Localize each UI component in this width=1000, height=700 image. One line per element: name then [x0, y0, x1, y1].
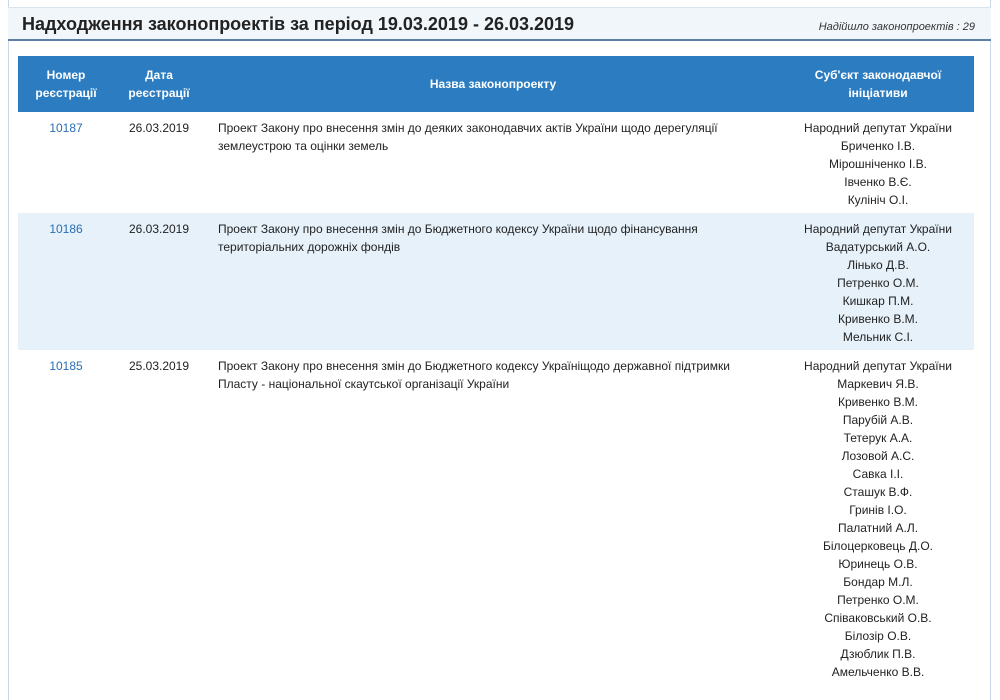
bill-title: Проект Закону про внесення змін до Бюдже…: [204, 213, 782, 350]
author-line: Юринець О.В.: [838, 557, 918, 571]
page-title: Надходження законопроектів за період 19.…: [22, 14, 575, 34]
author-line: Народний депутат України: [804, 121, 952, 135]
initiative-subject: Народний депутат України Бриченко І.В. М…: [782, 112, 974, 213]
registration-number-cell: 10186: [18, 213, 114, 350]
table-row: 10187 26.03.2019 Проект Закону про внесе…: [18, 112, 974, 213]
author-line: Івченко В.Є.: [844, 175, 912, 189]
registration-date: 26.03.2019: [114, 213, 204, 350]
author-line: Сташук В.Ф.: [843, 485, 913, 499]
author-line: Кишкар П.М.: [842, 294, 914, 308]
author-line: Народний депутат України: [804, 222, 952, 236]
author-line: Гринів І.О.: [849, 503, 907, 517]
author-line: Народний депутат України: [804, 359, 952, 373]
author-line: Амельченко В.В.: [831, 665, 925, 679]
author-line: Мірошніченко І.В.: [829, 157, 927, 171]
author-line: Петренко О.М.: [837, 593, 919, 607]
page-header: Надходження законопроектів за період 19.…: [8, 7, 991, 41]
author-line: Бриченко І.В.: [840, 139, 916, 153]
registration-number-cell: 10185: [18, 350, 114, 685]
bills-count: Надійшло законопроектів : 29: [818, 21, 975, 33]
author-line: Лозовой А.С.: [841, 449, 915, 463]
author-line: Білоцерковець Д.О.: [823, 539, 933, 553]
table-row: 10185 25.03.2019 Проект Закону про внесе…: [18, 350, 974, 685]
column-header-subject[interactable]: Суб'єкт законодавчої ініціативи: [782, 56, 974, 112]
author-line: Кулініч О.І.: [847, 193, 909, 207]
author-line: Лінько Д.В.: [847, 258, 909, 272]
author-line: Співаковський О.В.: [824, 611, 932, 625]
author-line: Бондар М.Л.: [843, 575, 913, 589]
table-row: 10186 26.03.2019 Проект Закону про внесе…: [18, 213, 974, 350]
author-line: Мельник С.І.: [842, 330, 914, 344]
author-line: Парубій А.В.: [842, 413, 914, 427]
author-line: Палатний А.Л.: [837, 521, 919, 535]
bill-number-link[interactable]: 10186: [49, 222, 82, 236]
bill-number-link[interactable]: 10185: [49, 359, 82, 373]
initiative-subject: Народний депутат України Вадатурський А.…: [782, 213, 974, 350]
author-line: Тетерук А.А.: [843, 431, 913, 445]
author-line: Вадатурський А.О.: [825, 240, 931, 254]
registration-date: 25.03.2019: [128, 359, 190, 373]
initiative-subject: Народний депутат України Маркевич Я.В. К…: [782, 350, 974, 685]
column-header-number[interactable]: Номер реєстрації: [18, 56, 114, 112]
registration-number-cell: 10187: [18, 112, 114, 213]
column-header-name[interactable]: Назва законопроекту: [204, 56, 782, 112]
registration-date: 26.03.2019: [128, 121, 190, 135]
author-line: Дзюблик П.В.: [840, 647, 916, 661]
author-line: Петренко О.М.: [837, 276, 919, 290]
column-header-date[interactable]: Дата реєстрації: [114, 56, 204, 112]
bill-number-link[interactable]: 10187: [49, 121, 82, 135]
bill-title: Проект Закону про внесення змін до Бюдже…: [218, 359, 730, 391]
author-line: Кривенко В.М.: [838, 395, 918, 409]
author-line: Кривенко В.М.: [838, 312, 918, 326]
author-line: Савка І.І.: [852, 467, 904, 481]
author-line: Маркевич Я.В.: [837, 377, 919, 391]
table-header-row: Номер реєстрації Дата реєстрації Назва з…: [18, 56, 974, 112]
bills-table: Номер реєстрації Дата реєстрації Назва з…: [18, 56, 974, 685]
bill-title: Проект Закону про внесення змін до деяки…: [218, 121, 718, 153]
author-line: Білозір О.В.: [844, 629, 912, 643]
